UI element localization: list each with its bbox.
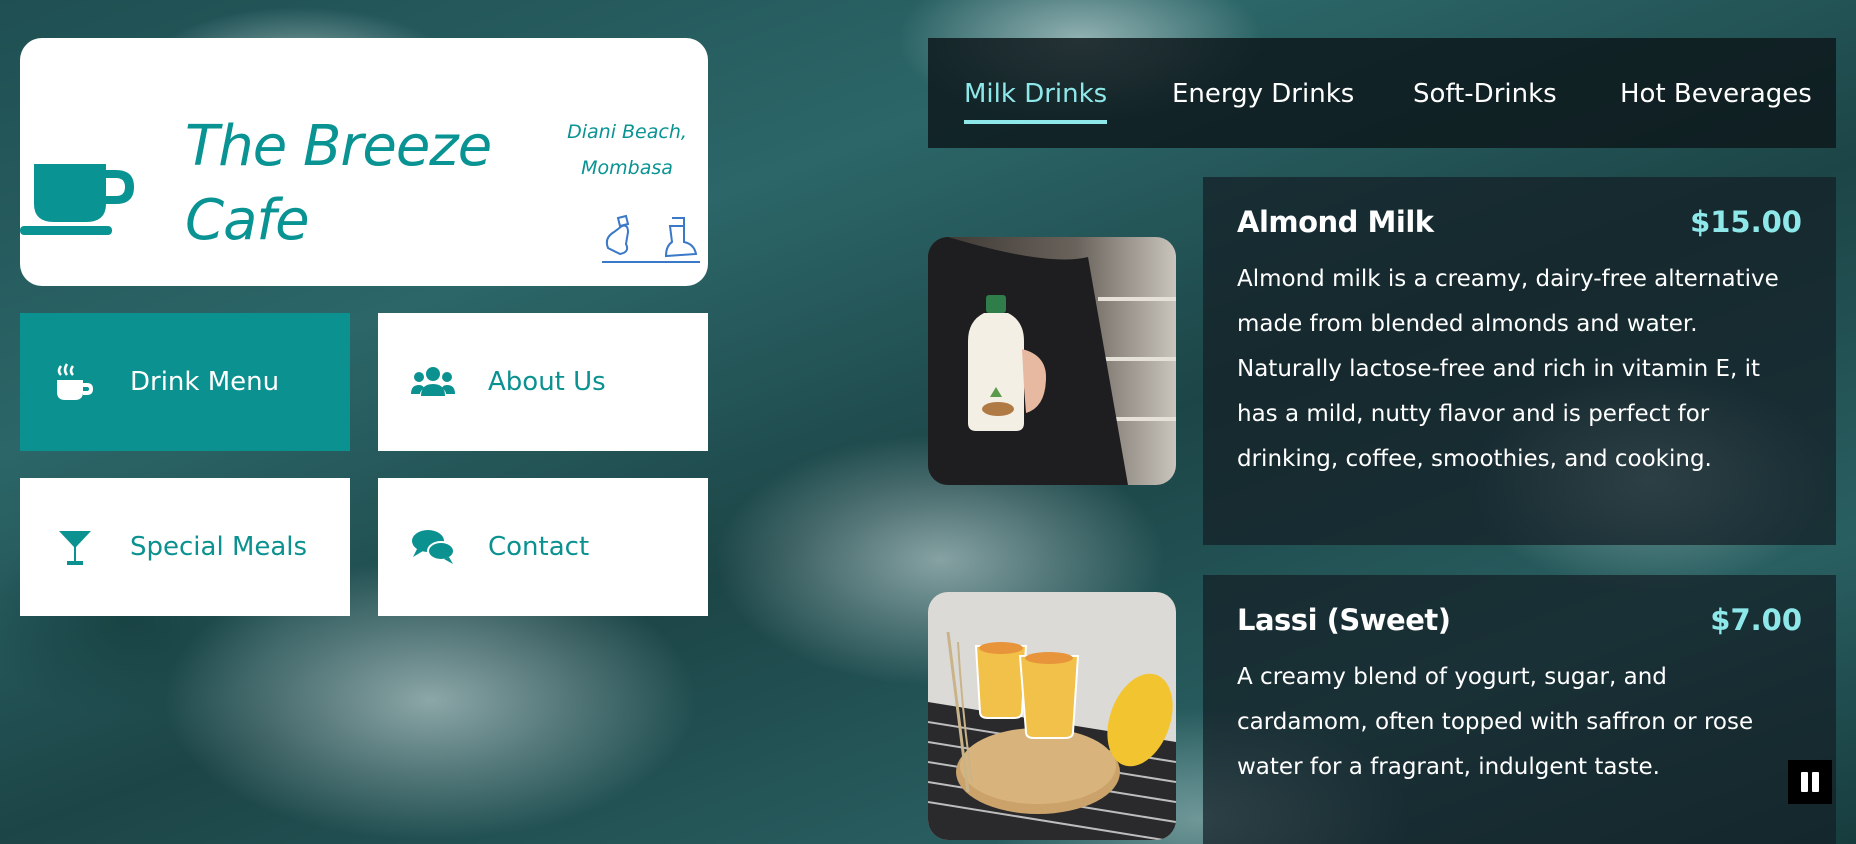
cocktail-glass-icon [59,531,91,565]
almond-milk-photo [928,237,1176,485]
item-header: Almond Milk $15.00 [1237,205,1802,239]
nav-label: Drink Menu [130,367,280,397]
menu-item-card: Lassi (Sweet) $7.00 A creamy blend of yo… [1203,575,1836,844]
nav-about-us[interactable]: About Us [378,313,708,451]
item-price: $7.00 [1710,603,1802,637]
cafe-location: Diani Beach, Mombasa [552,114,702,186]
users-icon [411,367,455,396]
nav-label: Special Meals [130,532,308,562]
item-header: Lassi (Sweet) $7.00 [1237,603,1802,637]
location-line-1: Diani Beach, [567,121,687,143]
nav-label: About Us [488,367,606,397]
drink-category-tabs: Milk Drinks Energy Drinks Soft-Drinks Ho… [928,38,1836,148]
serving-hands-icon [602,214,700,263]
item-description: A creamy blend of yogurt, sugar, and car… [1237,664,1754,780]
brand-header: The Breeze Cafe Diani Beach, Mombasa [20,38,708,286]
lassi-photo [928,592,1176,840]
tab-soft-drinks[interactable]: Soft-Drinks [1413,38,1557,148]
item-description: Almond milk is a creamy, dairy-free alte… [1237,266,1779,472]
menu-item-card: Almond Milk $15.00 Almond milk is a crea… [1203,177,1836,545]
coffee-cup-logo-icon [20,164,134,235]
item-name: Lassi (Sweet) [1237,603,1451,637]
location-line-2: Mombasa [581,157,673,179]
tab-energy-drinks[interactable]: Energy Drinks [1172,38,1354,148]
item-name: Almond Milk [1237,205,1434,239]
item-price: $15.00 [1690,205,1802,239]
chat-bubbles-icon [412,530,455,564]
tab-hot-beverages[interactable]: Hot Beverages [1620,38,1812,148]
nav-contact[interactable]: Contact [378,478,708,616]
tab-milk-drinks[interactable]: Milk Drinks [964,38,1108,148]
cafe-title: The Breeze Cafe [185,114,492,253]
pause-button[interactable] [1788,760,1832,804]
nav-label: Contact [488,532,590,562]
pause-icon [1801,772,1819,792]
nav-drink-menu[interactable]: Drink Menu [20,313,350,451]
nav-special-meals[interactable]: Special Meals [20,478,350,616]
coffee-cup-icon [57,363,93,400]
